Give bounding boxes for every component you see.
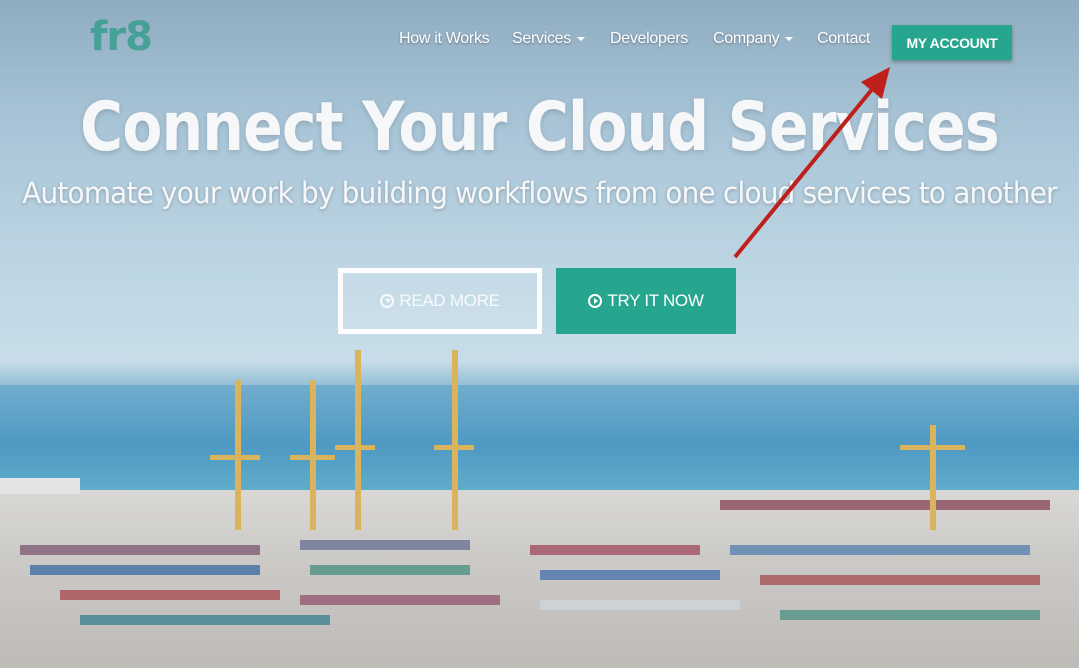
caret-down-icon [785,36,794,41]
circle-arrow-down-icon [380,294,395,308]
read-more-label: READ MORE [399,291,500,310]
nav-label: Services [512,30,571,47]
caret-down-icon [576,36,585,41]
hero-subtitle: Automate your work by building workflows… [22,176,1057,210]
circle-arrow-right-icon [588,294,603,308]
read-more-button[interactable]: READ MORE [338,268,542,334]
try-it-now-label: TRY IT NOW [607,291,704,310]
nav-label: Developers [610,30,688,47]
nav-contact[interactable]: Contact [817,30,870,48]
hero-title: Connect Your Cloud Services [80,88,1000,167]
nav-developers[interactable]: Developers [610,30,688,48]
nav-services[interactable]: Services [512,30,585,48]
try-it-now-button[interactable]: TRY IT NOW [556,268,736,334]
account-button[interactable]: MY ACCOUNT [892,25,1012,60]
nav-how-it-works[interactable]: How it Works [399,30,490,48]
nav-label: Contact [817,30,871,47]
nav-company[interactable]: Company [713,30,794,48]
nav-label: Company [713,30,780,47]
nav-label: How it Works [399,30,490,47]
